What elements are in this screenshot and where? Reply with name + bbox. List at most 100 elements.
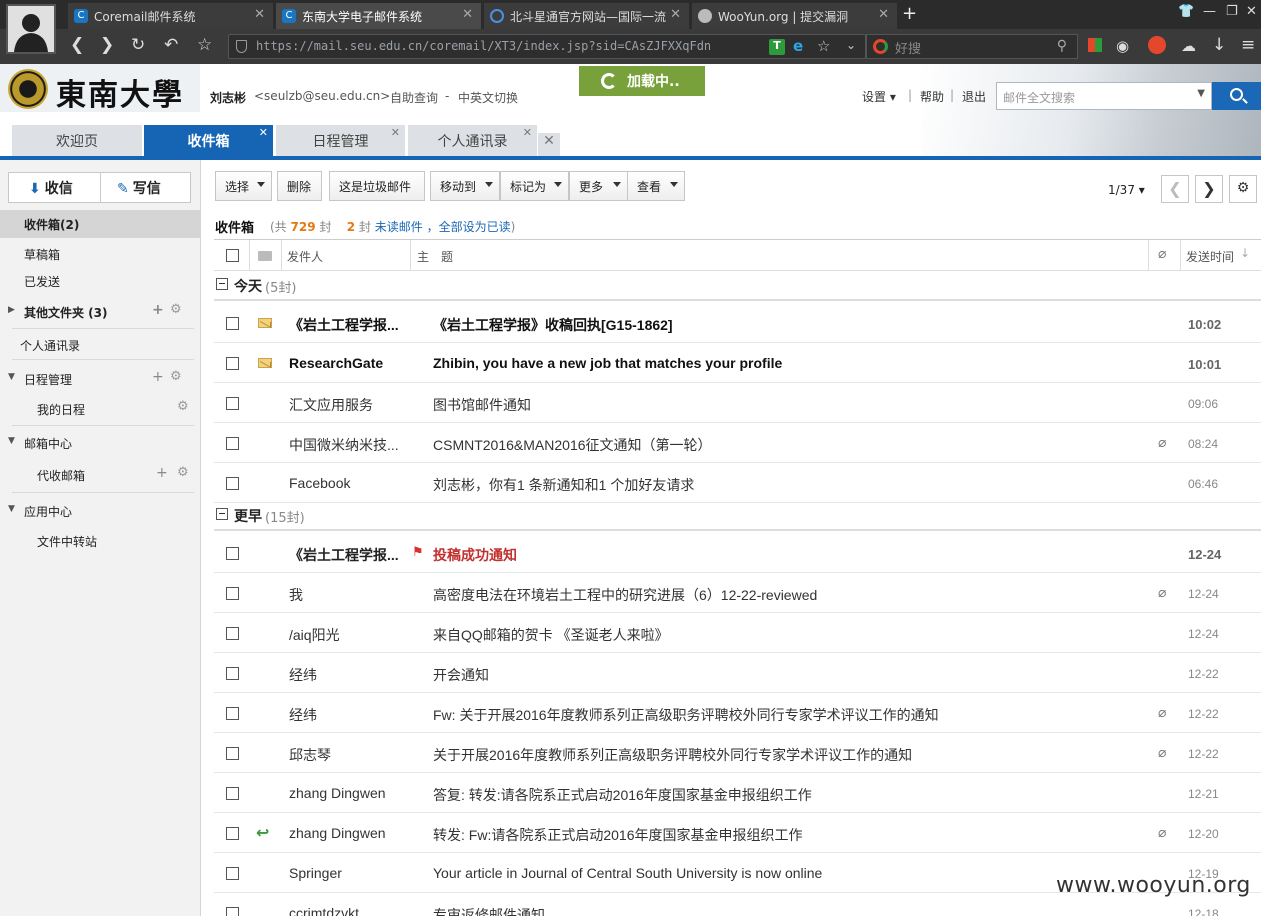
row-checkbox[interactable] [226, 317, 239, 330]
sidebar-item-other-folders[interactable]: ▶ 其他文件夹 (3) + ⚙ [0, 298, 200, 324]
read-status-column-icon[interactable] [258, 251, 272, 261]
new-tab-icon[interactable]: + [902, 3, 917, 24]
bookmark-star-icon[interactable]: ☆ [197, 35, 212, 55]
email-row[interactable]: zhang Dingwen 答复: 转发:请各院系正式启动2016年度国家基金申报… [214, 773, 1261, 813]
email-sender[interactable]: 经纬 [289, 705, 419, 725]
email-row[interactable]: 经纬 Fw: 关于开展2016年度教师系列正高级职务评聘校外同行专家学术评议工作的… [214, 693, 1261, 733]
email-subject[interactable]: 图书馆邮件通知 [433, 395, 531, 415]
url-text[interactable]: https://mail.seu.edu.cn/coremail/XT3/ind… [256, 39, 761, 53]
row-checkbox[interactable] [226, 587, 239, 600]
email-row[interactable]: 经纬 开会通知 12-22 [214, 653, 1261, 693]
close-tab-icon[interactable]: ✕ [878, 7, 889, 22]
email-row[interactable]: ResearchGate Zhibin, you have a new job t… [214, 343, 1261, 383]
email-row[interactable]: 邱志琴 关于开展2016年度教师系列正高级职务评聘校外同行专家学术评议工作的通知 ⌀… [214, 733, 1261, 773]
email-subject[interactable]: 答复: 转发:请各院系正式启动2016年度国家基金申报组织工作 [433, 785, 812, 805]
email-row[interactable]: Facebook 刘志彬，你有1 条新通知和1 个加好友请求 06:46 [214, 463, 1261, 503]
skin-icon[interactable]: 👕 [1178, 4, 1194, 19]
reload-icon[interactable]: ↻ [131, 35, 145, 55]
email-row[interactable]: 汇文应用服务 图书馆邮件通知 09:06 [214, 383, 1261, 423]
help-link[interactable]: 帮助 [920, 88, 944, 105]
seu-logo[interactable]: 東南大學 [0, 64, 200, 113]
cloud-icon[interactable]: ☁ [1181, 37, 1196, 55]
list-settings-button[interactable]: ⚙ [1229, 175, 1257, 203]
back-icon[interactable]: ❮ [70, 35, 84, 55]
email-sender[interactable]: zhang Dingwen [289, 825, 419, 841]
add-calendar-icon[interactable]: + [152, 369, 164, 385]
email-subject[interactable]: 转发: Fw:请各院系正式启动2016年度国家基金申报组织工作 [433, 825, 802, 845]
move-to-button[interactable]: 移动到 [430, 171, 500, 201]
delete-button[interactable]: 删除 [277, 171, 322, 201]
email-sender[interactable]: zhang Dingwen [289, 785, 419, 801]
tab-contacts[interactable]: 个人通讯录 ✕ [408, 125, 537, 156]
subject-column-header[interactable]: 主 题 [417, 248, 453, 265]
email-subject[interactable]: 关于开展2016年度教师系列正高级职务评聘校外同行专家学术评议工作的通知 [433, 745, 912, 765]
email-subject[interactable]: 专审返修邮件通知 [433, 905, 545, 916]
row-checkbox[interactable] [226, 867, 239, 880]
close-tab-icon[interactable]: ✕ [254, 7, 265, 22]
spam-button[interactable]: 这是垃圾邮件 [329, 171, 425, 201]
browser-tab-wooyun[interactable]: WooYun.org | 提交漏洞 ✕ [692, 3, 897, 29]
browser-tab-seu-mail[interactable]: C 东南大学电子邮件系统 ✕ [276, 3, 481, 29]
add-mailbox-icon[interactable]: + [156, 465, 168, 481]
email-row[interactable]: ↩ zhang Dingwen 转发: Fw:请各院系正式启动2016年度国家基金申… [214, 813, 1261, 853]
email-subject[interactable]: Fw: 关于开展2016年度教师系列正高级职务评聘校外同行专家学术评议工作的通知 [433, 705, 939, 725]
favorite-star-icon[interactable]: ☆ [817, 37, 830, 55]
row-checkbox[interactable] [226, 397, 239, 410]
attachment-column-icon[interactable]: ⌀ [1158, 246, 1166, 262]
mark-as-button[interactable]: 标记为 [500, 171, 569, 201]
row-checkbox[interactable] [226, 477, 239, 490]
sidebar-item-drafts[interactable]: 草稿箱 [0, 240, 200, 266]
expand-arrow-icon[interactable]: ▼ [8, 372, 15, 382]
close-tab-icon[interactable]: ✕ [670, 7, 681, 22]
email-subject[interactable]: 开会通知 [433, 665, 489, 685]
ie-icon[interactable]: e [793, 37, 803, 55]
gear-icon[interactable]: ⚙ [170, 369, 182, 384]
row-checkbox[interactable] [226, 437, 239, 450]
prev-page-button[interactable]: ❮ [1161, 175, 1189, 203]
email-sender[interactable]: 《岩土工程学报... [289, 545, 419, 565]
extension-t-icon[interactable]: T [769, 39, 785, 55]
sidebar-item-app-center[interactable]: ▼ 应用中心 [0, 497, 200, 523]
tab-inbox[interactable]: 收件箱 ✕ [144, 125, 273, 156]
address-bar[interactable]: https://mail.seu.edu.cn/coremail/XT3/ind… [228, 34, 866, 59]
email-subject[interactable]: 《岩土工程学报》收稿回执[G15-1862] [433, 315, 673, 335]
gear-icon[interactable]: ⚙ [177, 399, 189, 414]
sidebar-item-sent[interactable]: 已发送 [0, 267, 200, 293]
email-row[interactable]: /aiq阳光 来自QQ邮箱的贺卡 《圣诞老人来啦》 12-24 [214, 613, 1261, 653]
close-window-icon[interactable]: ✕ [1246, 4, 1257, 19]
email-row[interactable]: 中国微米纳米技... CSMNT2016&MAN2016征文通知（第一轮） ⌀ 08:… [214, 423, 1261, 463]
email-sender[interactable]: 中国微米纳米技... [289, 435, 419, 455]
row-checkbox[interactable] [226, 667, 239, 680]
tab-calendar[interactable]: 日程管理 ✕ [276, 125, 405, 156]
red-flag-icon[interactable]: ⚑ [412, 544, 424, 560]
minimize-icon[interactable]: — [1203, 4, 1216, 19]
receive-button[interactable]: ⬇ 收信 [29, 178, 73, 198]
maximize-icon[interactable]: ❐ [1226, 4, 1238, 19]
sort-desc-icon[interactable]: ↓ [1240, 246, 1250, 260]
row-checkbox[interactable] [226, 907, 239, 916]
email-subject[interactable]: Your article in Journal of Central South… [433, 865, 822, 881]
expand-arrow-icon[interactable]: ▼ [8, 504, 15, 514]
christmas-extension-icon[interactable] [1148, 36, 1166, 54]
email-sender[interactable]: 经纬 [289, 665, 419, 685]
browser-search-box[interactable]: 好搜 ⚲ [866, 34, 1078, 59]
close-tab-icon[interactable]: ✕ [523, 126, 532, 139]
sidebar-item-collect-mailbox[interactable]: 代收邮箱 + ⚙ [0, 461, 200, 487]
page-selector[interactable]: 1/37 ▾ [1108, 183, 1145, 197]
expand-arrow-icon[interactable]: ▼ [8, 436, 15, 446]
row-checkbox[interactable] [226, 787, 239, 800]
settings-menu[interactable]: 设置 ▾ [862, 88, 896, 105]
email-row[interactable]: 《岩土工程学报... 《岩土工程学报》收稿回执[G15-1862] 10:02 [214, 303, 1261, 343]
email-sender[interactable]: Facebook [289, 475, 419, 491]
next-page-button[interactable]: ❯ [1195, 175, 1223, 203]
close-tab-icon[interactable]: ✕ [259, 126, 268, 139]
sender-column-header[interactable]: 发件人 [287, 248, 323, 265]
email-sender[interactable]: 《岩土工程学报... [289, 315, 419, 335]
search-icon[interactable]: ⚲ [1057, 38, 1067, 54]
select-all-checkbox[interactable] [226, 249, 239, 262]
time-column-header[interactable]: 发送时间 [1186, 248, 1234, 265]
email-sender[interactable]: 汇文应用服务 [289, 395, 419, 415]
undo-icon[interactable]: ↶ [164, 35, 178, 55]
email-subject[interactable]: CSMNT2016&MAN2016征文通知（第一轮） [433, 435, 712, 455]
tab-welcome[interactable]: 欢迎页 [12, 125, 142, 156]
